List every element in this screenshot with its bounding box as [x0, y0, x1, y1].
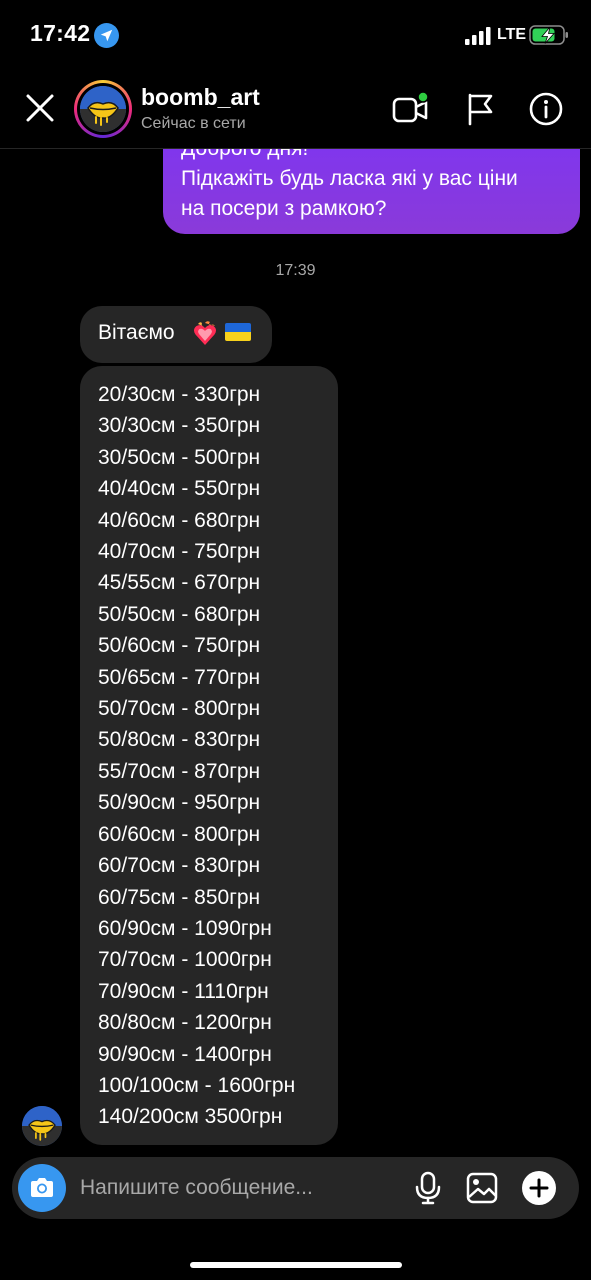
video-call-button[interactable] — [388, 87, 432, 131]
price-list-item: 50/70см - 800грн — [98, 697, 261, 721]
sender-avatar[interactable] — [22, 1106, 62, 1146]
battery-charging-icon — [529, 25, 568, 45]
price-list-item: 40/40см - 550грн — [98, 477, 261, 501]
heart-on-fire-icon — [193, 321, 217, 345]
camera-button[interactable] — [18, 1164, 66, 1212]
price-list-item: 40/70см - 750грн — [98, 540, 261, 564]
price-list-item: 100/100см - 1600грн — [98, 1073, 296, 1097]
close-button[interactable] — [18, 86, 62, 130]
price-list-item: 60/70см - 830грн — [98, 854, 261, 878]
price-list-item: 50/60см - 750грн — [98, 634, 261, 658]
price-list: 20/30см - 330грн 30/30см - 350грн 30/50см … — [98, 379, 295, 1133]
network-label: LTE — [497, 26, 527, 43]
microphone-icon — [415, 1171, 441, 1205]
price-list-item: 50/50см - 680грн — [98, 602, 261, 626]
chat-header: boomb_art Сейчас в сети — [0, 70, 591, 149]
more-actions-button[interactable] — [519, 1168, 559, 1208]
price-list-item: 60/60см - 800грн — [98, 822, 261, 846]
ukraine-flag-icon — [225, 323, 251, 341]
price-list-item: 50/65см - 770грн — [98, 665, 261, 689]
gallery-icon — [466, 1172, 498, 1204]
info-button[interactable] — [524, 87, 568, 131]
price-list-item: 55/70см - 870грн — [98, 759, 261, 783]
flag-icon — [468, 93, 493, 126]
close-icon — [26, 94, 54, 122]
lips-logo-icon — [22, 1106, 62, 1146]
message-timestamp: 17:39 — [275, 262, 316, 279]
received-message-bubble[interactable]: Вітаємо — [80, 306, 272, 363]
report-button[interactable] — [458, 87, 502, 131]
profile-avatar[interactable] — [74, 80, 132, 138]
price-list-item: 45/55см - 670грн — [98, 571, 261, 595]
price-list-item: 50/90см - 950грн — [98, 791, 261, 815]
message-composer — [12, 1157, 579, 1219]
camera-icon — [31, 1178, 53, 1197]
voice-message-button[interactable] — [408, 1168, 448, 1208]
price-list-item: 60/90см - 1090грн — [98, 916, 272, 940]
price-list-item: 20/30см - 330грн — [98, 383, 261, 406]
chat-username[interactable]: boomb_art — [141, 84, 260, 111]
home-indicator[interactable] — [190, 1262, 402, 1268]
greeting-text: Вітаємо — [98, 321, 175, 344]
status-bar: 17:42 LTE — [0, 0, 591, 70]
status-time: 17:42 — [30, 20, 91, 46]
message-input[interactable] — [80, 1157, 400, 1219]
avatar-image — [80, 86, 126, 132]
price-list-item: 60/75см - 850грн — [98, 885, 261, 909]
lips-logo-icon — [80, 86, 126, 132]
location-arrow-icon — [94, 23, 119, 48]
video-call-icon — [392, 91, 429, 123]
signal-bars-icon — [465, 27, 491, 45]
price-list-item: 50/80см - 830грн — [98, 728, 261, 752]
price-list-item: 30/50см - 500грн — [98, 445, 261, 469]
presence-status: Сейчас в сети — [141, 115, 246, 132]
price-list-bubble[interactable]: 20/30см - 330грн 30/30см - 350грн 30/50см … — [80, 366, 338, 1145]
price-list-item: 30/30см - 350грн — [98, 414, 261, 438]
price-list-item: 70/90см - 1110грн — [98, 979, 269, 1003]
price-list-item: 40/60см - 680грн — [98, 508, 261, 532]
price-list-item: 140/200см 3500грн — [98, 1105, 283, 1129]
price-list-item: 70/70см - 1000грн — [98, 948, 272, 972]
price-list-item: 90/90см - 1400грн — [98, 1042, 272, 1066]
gallery-button[interactable] — [462, 1168, 502, 1208]
price-list-item: 80/80см - 1200грн — [98, 1011, 272, 1035]
plus-icon — [522, 1171, 556, 1205]
info-icon — [529, 92, 563, 126]
